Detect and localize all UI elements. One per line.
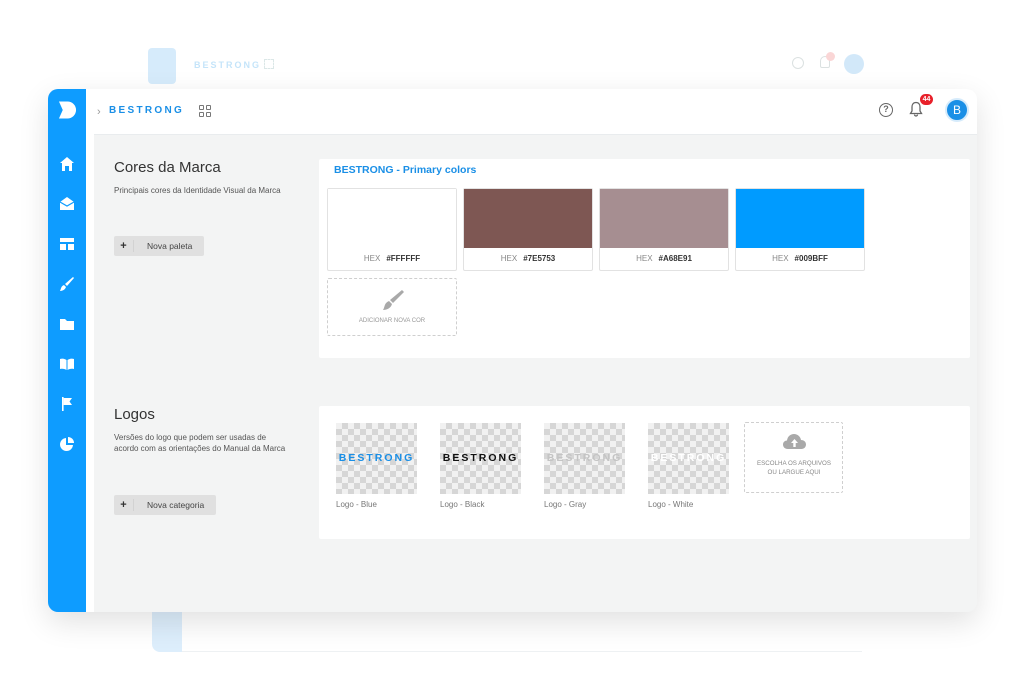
- cloud-upload-icon: [783, 434, 806, 449]
- logo-caption: Logo - Blue: [336, 500, 377, 509]
- ghost-avatar: [844, 54, 864, 74]
- ghost-help-icon: [792, 57, 804, 69]
- hex-value: #FFFFFF: [386, 254, 421, 263]
- logo-thumbnail-gray[interactable]: BESTRONG: [544, 423, 625, 494]
- background-header-ghost: BESTRONG: [148, 46, 870, 86]
- logo-thumbnail-blue[interactable]: BESTRONG: [336, 423, 417, 494]
- palette-card: BESTRONG - Primary colors HEX #FFFFFF HEX…: [319, 159, 970, 358]
- color-swatch[interactable]: HEX #FFFFFF: [327, 188, 457, 271]
- brush-icon: [383, 290, 404, 310]
- new-palette-button[interactable]: + Nova paleta: [114, 236, 205, 256]
- hex-value: #A68E91: [658, 254, 692, 263]
- logos-section-title: Logos: [114, 406, 155, 423]
- swatch-hex: HEX #7E5753: [464, 254, 592, 263]
- inbox-icon: [59, 197, 75, 210]
- plus-icon: +: [114, 240, 134, 252]
- logo-thumbnail-black[interactable]: BESTRONG: [440, 423, 521, 494]
- color-swatch[interactable]: HEX #A68E91: [599, 188, 729, 271]
- logo-caption: Logo - Gray: [544, 500, 587, 509]
- hex-value: #009BFF: [794, 254, 828, 263]
- help-icon[interactable]: ?: [879, 103, 893, 117]
- layout-icon: [60, 238, 74, 250]
- swatch-color-blue: [736, 189, 864, 248]
- swatch-color-white: [328, 189, 456, 248]
- swatch-color-mauve: [600, 189, 728, 248]
- background-sidebar-ghost: [152, 612, 182, 652]
- sidebar-item-reports[interactable]: [58, 435, 76, 453]
- sidebar-item-inbox[interactable]: [58, 195, 76, 213]
- brush-icon: [60, 277, 74, 291]
- stage: BESTRONG › BESTRONG ? 44 B Cores da Marc…: [0, 0, 1024, 700]
- sidebar-item-flag[interactable]: [58, 395, 76, 413]
- sidebar-item-folder[interactable]: [58, 315, 76, 333]
- ghost-badge: [826, 52, 835, 61]
- notification-badge: 44: [920, 94, 933, 105]
- user-avatar[interactable]: B: [945, 98, 969, 122]
- hex-label: HEX: [636, 254, 653, 263]
- app-window: › BESTRONG ? 44 B Cores da Marca Princip…: [48, 89, 977, 612]
- hex-value: #7E5753: [523, 254, 556, 263]
- sidebar-item-manual[interactable]: [58, 355, 76, 373]
- home-icon: [60, 157, 74, 171]
- plus-icon: +: [114, 499, 134, 511]
- new-category-button[interactable]: + Nova categoria: [114, 495, 217, 515]
- upload-label: ESCOLHA OS ARQUIVOS OU LARGUE AQUI: [757, 460, 831, 476]
- colors-section-title: Cores da Marca: [114, 159, 221, 176]
- swatch-hex: HEX #009BFF: [736, 254, 864, 263]
- logos-section-description: Versões do logo que podem ser usadas de …: [114, 433, 286, 453]
- logo-wordmark: BESTRONG: [650, 452, 727, 464]
- palette-title: BESTRONG - Primary colors: [334, 164, 477, 176]
- pie-chart-icon: [60, 437, 74, 451]
- flag-icon: [62, 397, 72, 411]
- logo-caption: Logo - Black: [440, 500, 485, 509]
- logo-caption: Logo - White: [648, 500, 694, 509]
- background-divider-ghost: [182, 651, 862, 652]
- sidebar-item-home[interactable]: [58, 155, 76, 173]
- swatch-hex: HEX #FFFFFF: [328, 254, 456, 263]
- logo-thumbnail-white[interactable]: BESTRONG: [648, 423, 729, 494]
- add-color-label: ADICIONAR NOVA COR: [358, 318, 426, 324]
- color-swatch[interactable]: HEX #009BFF: [735, 188, 865, 271]
- new-category-label: Nova categoria: [147, 500, 205, 510]
- app-logo-icon[interactable]: [58, 101, 77, 119]
- sidebar-item-layout[interactable]: [58, 235, 76, 253]
- ghost-brand: BESTRONG: [194, 60, 262, 70]
- folder-icon: [60, 319, 74, 330]
- hex-label: HEX: [363, 254, 381, 263]
- new-palette-label: Nova paleta: [147, 241, 193, 251]
- logos-card: BESTRONG Logo - Blue BESTRONG Logo - Bla…: [319, 406, 970, 539]
- sidebar: [48, 89, 86, 612]
- hex-label: HEX: [500, 254, 518, 263]
- sidebar-divider: [86, 89, 94, 612]
- hex-label: HEX: [772, 254, 789, 263]
- brand-wordmark[interactable]: BESTRONG: [109, 105, 184, 116]
- top-bar: › BESTRONG ? 44 B: [94, 89, 977, 135]
- sidebar-item-brush[interactable]: [58, 275, 76, 293]
- swatch-color-brown: [464, 189, 592, 248]
- colors-section-description: Principais cores da Identidade Visual da…: [114, 186, 281, 195]
- ghost-logo: [148, 48, 176, 84]
- logo-wordmark: BESTRONG: [442, 452, 519, 464]
- swatch-hex: HEX #A68E91: [600, 254, 728, 263]
- upload-dropzone[interactable]: ESCOLHA OS ARQUIVOS OU LARGUE AQUI: [744, 422, 843, 493]
- add-color-button[interactable]: ADICIONAR NOVA COR: [327, 278, 457, 336]
- logo-wordmark: BESTRONG: [338, 452, 415, 464]
- ghost-apps-icon: [264, 59, 274, 69]
- apps-grid-icon[interactable]: [199, 105, 211, 117]
- chevron-right-icon[interactable]: ›: [97, 106, 101, 118]
- color-swatch[interactable]: HEX #7E5753: [463, 188, 593, 271]
- logo-wordmark: BESTRONG: [546, 452, 623, 464]
- book-icon: [60, 358, 74, 370]
